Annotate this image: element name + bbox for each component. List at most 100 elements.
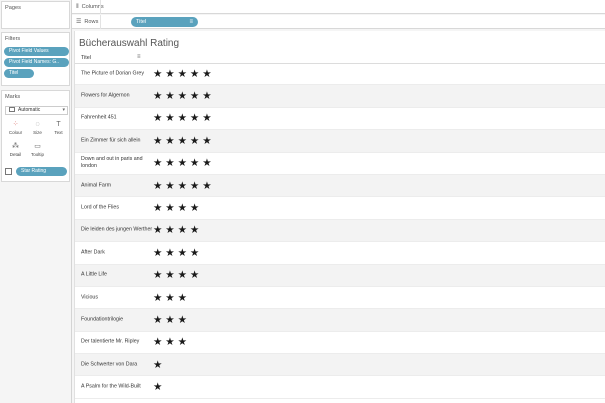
columns-shelf[interactable]: ⦀ Columns bbox=[72, 0, 605, 14]
star-rating[interactable]: ★ ★ ★ ★ ★ bbox=[153, 135, 214, 147]
star-rating[interactable]: ★ ★ ★ bbox=[153, 314, 190, 326]
table-row[interactable]: The Picture of Dorian Grey ★ ★ ★ ★ ★ bbox=[75, 63, 605, 86]
colour-icon: ⁘ bbox=[12, 121, 19, 128]
filters-card-title: Filters bbox=[5, 36, 21, 42]
chevron-down-icon: ▾ bbox=[62, 107, 65, 113]
book-title[interactable]: Vicious bbox=[81, 294, 153, 301]
table-row[interactable]: Flowers for Algernon ★ ★ ★ ★ ★ bbox=[75, 85, 605, 108]
book-title[interactable]: Lord of the Flies bbox=[81, 205, 153, 212]
book-title[interactable]: After Dark bbox=[81, 249, 153, 256]
filter-pill-pivot-field-names[interactable]: Pivot Field Names: G.. bbox=[4, 58, 69, 67]
star-icon: ★ bbox=[202, 157, 212, 170]
table-row[interactable]: Die leiden des jungen Werther ★ ★ ★ ★ bbox=[75, 219, 605, 243]
book-title[interactable]: Foundationtrilogie bbox=[81, 316, 153, 323]
table-row[interactable]: Animal Farm ★ ★ ★ ★ ★ bbox=[75, 174, 605, 198]
table-row[interactable]: Down and out in paris and london ★ ★ ★ ★ ★ bbox=[75, 153, 605, 175]
table-row[interactable]: Lord of the Flies ★ ★ ★ ★ bbox=[75, 197, 605, 220]
table-row[interactable]: After Dark ★ ★ ★ ★ bbox=[75, 242, 605, 265]
star-icon: ★ bbox=[177, 291, 188, 304]
star-rating[interactable]: ★ ★ ★ ★ bbox=[153, 224, 202, 236]
star-rating-pill[interactable]: Star Rating bbox=[16, 167, 67, 176]
star-icon: ★ bbox=[165, 224, 175, 237]
size-icon: ◌ bbox=[35, 121, 40, 128]
star-icon: ★ bbox=[153, 246, 163, 259]
star-icon: ★ bbox=[202, 90, 212, 103]
table-row[interactable]: Vicious ★ ★ ★ bbox=[75, 287, 605, 310]
book-title[interactable]: Ein Zimmer für sich allein bbox=[81, 137, 153, 144]
star-rating[interactable]: ★ ★ ★ ★ bbox=[153, 247, 202, 259]
star-rating[interactable]: ★ bbox=[153, 359, 165, 371]
sort-descending-icon[interactable]: ≡ bbox=[137, 54, 141, 60]
book-title[interactable]: Animal Farm bbox=[81, 182, 153, 189]
star-rating[interactable]: ★ ★ ★ ★ bbox=[153, 269, 202, 281]
star-icon: ★ bbox=[177, 179, 188, 192]
worksheet-view: Bücherauswahl Rating Titel ≡ The Picture… bbox=[74, 31, 605, 403]
mark-type-dropdown[interactable]: Automatic ▾ bbox=[5, 106, 68, 115]
star-rating[interactable]: ★ ★ ★ ★ ★ bbox=[153, 112, 214, 124]
filter-pill-pivot-field-values[interactable]: Pivot Field Values bbox=[4, 47, 69, 56]
text-button[interactable]: T Text bbox=[49, 119, 68, 137]
tooltip-button[interactable]: ▭ Tooltip bbox=[28, 141, 47, 159]
star-icon: ★ bbox=[202, 179, 212, 192]
table-body: The Picture of Dorian Grey ★ ★ ★ ★ ★ Flowers f… bbox=[75, 63, 605, 399]
book-title[interactable]: Die Schwerter von Dara bbox=[81, 361, 153, 368]
book-title[interactable]: A Little Life bbox=[81, 272, 153, 279]
size-button[interactable]: ◌ Size bbox=[28, 119, 47, 137]
star-rating[interactable]: ★ ★ ★ ★ bbox=[153, 202, 202, 214]
star-icon: ★ bbox=[153, 313, 163, 326]
star-icon: ★ bbox=[153, 269, 163, 282]
star-rating[interactable]: ★ ★ ★ ★ ★ bbox=[153, 180, 214, 192]
book-title[interactable]: The Picture of Dorian Grey bbox=[81, 70, 153, 77]
tooltip-icon: ▭ bbox=[34, 143, 41, 150]
table-row[interactable]: Fahrenheit 451 ★ ★ ★ ★ ★ bbox=[75, 108, 605, 131]
shelf-divider bbox=[100, 0, 101, 14]
table-row[interactable]: Ein Zimmer für sich allein ★ ★ ★ ★ ★ bbox=[75, 130, 605, 153]
star-rating[interactable]: ★ ★ ★ ★ ★ bbox=[153, 157, 214, 169]
table-row[interactable]: A Little Life ★ ★ ★ ★ bbox=[75, 264, 605, 287]
table-row[interactable]: Die Schwerter von Dara ★ bbox=[75, 354, 605, 377]
book-title[interactable]: Flowers for Algernon bbox=[81, 93, 153, 100]
marks-card: Marks Automatic ▾ ⁘ Colour ◌ Size T Text… bbox=[1, 90, 70, 182]
star-rating[interactable]: ★ bbox=[153, 381, 165, 393]
rows-pill-titel[interactable]: Titel ≡ bbox=[131, 17, 198, 27]
star-rating[interactable]: ★ ★ ★ bbox=[153, 336, 190, 348]
rows-shelf-label: ☰ Rows bbox=[76, 15, 98, 29]
star-icon: ★ bbox=[153, 157, 163, 170]
star-icon: ★ bbox=[165, 269, 175, 282]
book-title[interactable]: Die leiden des jungen Werther bbox=[81, 227, 153, 234]
star-rating[interactable]: ★ ★ ★ bbox=[153, 292, 190, 304]
book-title[interactable]: Down and out in paris and london bbox=[81, 156, 153, 170]
table-row[interactable]: Der talentierte Mr. Ripley ★ ★ ★ bbox=[75, 332, 605, 355]
star-icon: ★ bbox=[153, 291, 163, 304]
book-title[interactable]: A Psalm for the Wild-Built bbox=[81, 384, 153, 391]
column-header-titel[interactable]: Titel bbox=[81, 55, 91, 61]
star-rating[interactable]: ★ ★ ★ ★ ★ bbox=[153, 68, 214, 80]
star-rating[interactable]: ★ ★ ★ ★ ★ bbox=[153, 90, 214, 102]
star-icon: ★ bbox=[189, 112, 200, 125]
star-icon: ★ bbox=[165, 90, 175, 103]
colour-button[interactable]: ⁘ Colour bbox=[6, 119, 25, 137]
book-title[interactable]: Fahrenheit 451 bbox=[81, 115, 153, 122]
colour-label: Colour bbox=[8, 130, 23, 135]
text-mark-icon bbox=[5, 168, 12, 175]
detail-button[interactable]: ⁂ Detail bbox=[6, 141, 25, 159]
sort-descending-icon[interactable]: ≡ bbox=[189, 17, 193, 27]
pages-card: Pages bbox=[1, 1, 70, 29]
rows-shelf[interactable]: ☰ Rows Titel ≡ bbox=[72, 15, 605, 29]
star-rating-mark-field[interactable]: Star Rating bbox=[5, 167, 68, 176]
star-icon: ★ bbox=[165, 112, 175, 125]
star-icon: ★ bbox=[165, 202, 175, 215]
left-panel: Pages Filters Pivot Field Values Pivot F… bbox=[0, 0, 72, 403]
columns-icon: ⦀ bbox=[76, 4, 79, 10]
star-icon: ★ bbox=[189, 179, 200, 192]
table-row[interactable]: Foundationtrilogie ★ ★ ★ bbox=[75, 309, 605, 332]
table-row[interactable]: A Psalm for the Wild-Built ★ bbox=[75, 376, 605, 399]
star-icon: ★ bbox=[153, 134, 163, 147]
detail-icon: ⁂ bbox=[12, 143, 19, 150]
star-icon: ★ bbox=[189, 134, 200, 147]
book-title[interactable]: Der talentierte Mr. Ripley bbox=[81, 339, 153, 346]
worksheet-title: Bücherauswahl Rating bbox=[79, 38, 180, 49]
star-icon: ★ bbox=[177, 134, 188, 147]
filter-pill-titel[interactable]: Titel bbox=[4, 69, 34, 78]
mark-type-value: Automatic bbox=[18, 107, 41, 113]
